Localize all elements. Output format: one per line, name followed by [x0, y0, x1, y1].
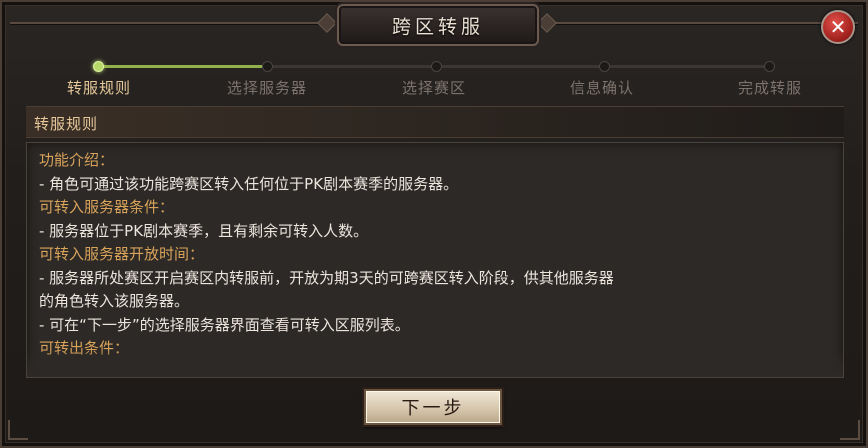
rule-line: 可转入服务器条件： — [39, 198, 175, 216]
section-title: 转服规则 — [34, 115, 99, 133]
corner-ornament — [840, 420, 860, 440]
step-label-select-region: 选择赛区 — [401, 79, 467, 97]
next-step-button[interactable]: 下一步 — [364, 389, 502, 425]
step-label-confirm: 信息确认 — [569, 79, 635, 97]
rule-line: 可转入服务器开放时间： — [39, 245, 205, 263]
rules-scroll-area[interactable]: 功能介绍： - 角色可通过该功能跨赛区转入任何位于PK剧本赛季的服务器。 可转入… — [26, 142, 844, 378]
step-dot-3 — [431, 61, 442, 72]
rule-line: - 服务器位于PK剧本赛季，且有剩余可转入人数。 — [39, 221, 369, 240]
title-ornament-left — [317, 13, 337, 33]
section-header: 转服规则 — [26, 106, 844, 138]
step-dot-5 — [764, 61, 775, 72]
transfer-dialog: 跨区转服 ✕ 转服规则 选择服务器 选择赛区 信息确认 完成转服 转服规则 功能… — [0, 0, 868, 448]
step-dot-2 — [262, 61, 273, 72]
dialog-title: 跨区转服 — [391, 15, 484, 38]
rule-line: 功能介绍： — [39, 151, 115, 169]
rule-line: - 服务器所处赛区开启赛区内转服前，开放为期3天的可跨赛区转入阶段，供其他服务器 — [39, 268, 614, 287]
rule-line: - 角色可通过该功能跨赛区转入任何位于PK剧本赛季的服务器。 — [39, 174, 459, 193]
title-plate: 跨区转服 — [337, 4, 539, 46]
next-step-label: 下一步 — [401, 398, 465, 419]
step-progress-fill — [97, 65, 266, 68]
rule-line: - 可在“下一步”的选择服务器界面查看可转入区服列表。 — [39, 315, 410, 334]
step-dot-4 — [599, 61, 610, 72]
scroll-fade — [27, 349, 843, 377]
title-ornament-right — [537, 13, 557, 33]
step-label-rules: 转服规则 — [66, 79, 132, 97]
corner-ornament — [8, 420, 28, 440]
step-label-complete: 完成转服 — [737, 79, 803, 97]
rule-line: 的角色转入该服务器。 — [39, 292, 190, 310]
close-icon[interactable]: ✕ — [821, 10, 855, 44]
step-dot-1 — [93, 61, 104, 72]
step-progress-track — [93, 61, 775, 72]
step-label-select-server: 选择服务器 — [226, 79, 308, 97]
